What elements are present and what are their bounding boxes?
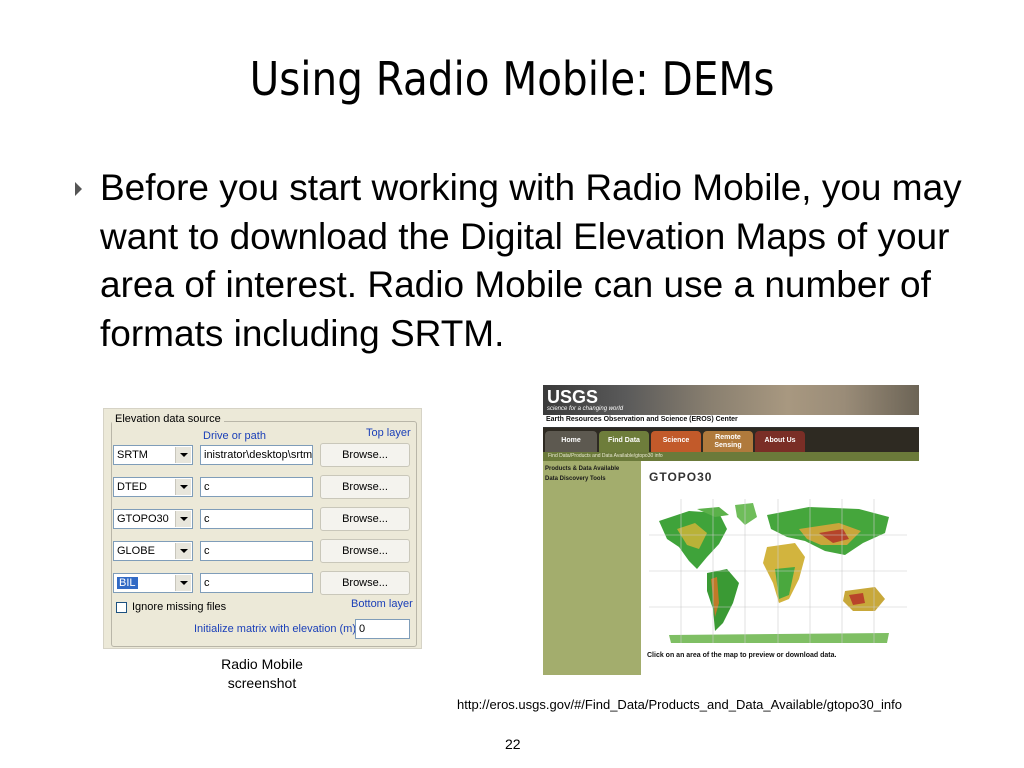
ignore-missing-checkbox[interactable] [116, 602, 127, 613]
tab-about-us[interactable]: About Us [755, 431, 805, 452]
usgs-screenshot: USGS science for a changing world Earth … [543, 385, 919, 675]
tab-home[interactable]: Home [545, 431, 597, 452]
browse-button-gtopo30[interactable]: Browse... [320, 507, 410, 531]
usgs-tagline: science for a changing world [547, 406, 624, 412]
eros-bar: Earth Resources Observation and Science … [543, 415, 919, 428]
path-input-globe[interactable]: c [200, 541, 313, 561]
init-elevation-input[interactable]: 0 [355, 619, 410, 639]
chevron-down-icon [175, 543, 191, 559]
caption-line-2: screenshot [227, 675, 297, 691]
browse-button-globe[interactable]: Browse... [320, 539, 410, 563]
drive-path-label: Drive or path [203, 430, 266, 442]
usgs-breadcrumb: Find Data/Products and Data Available/gt… [548, 453, 663, 459]
caption-line-1: Radio Mobile [221, 656, 303, 672]
bullet-icon [75, 182, 82, 196]
tab-science[interactable]: Science [651, 431, 701, 452]
path-input-bil[interactable]: c [200, 573, 313, 593]
ignore-missing-label: Ignore missing files [132, 601, 227, 613]
format-select-srtm[interactable]: SRTM [113, 445, 193, 465]
browse-button-bil[interactable]: Browse... [320, 571, 410, 595]
usgs-left-panel: Products & Data Available Data Discovery… [543, 461, 641, 675]
world-elevation-map[interactable] [649, 499, 907, 643]
chevron-down-icon [175, 575, 191, 591]
elevation-group-label: Elevation data source [112, 413, 224, 425]
format-select-gtopo30[interactable]: GTOPO30 [113, 509, 193, 529]
format-select-globe[interactable]: GLOBE [113, 541, 193, 561]
path-input-dted[interactable]: c [200, 477, 313, 497]
slide-title: Using Radio Mobile: DEMs [249, 52, 775, 106]
usgs-logo: USGS [547, 387, 599, 407]
screenshot-caption: Radio Mobile screenshot [192, 655, 332, 693]
source-url[interactable]: http://eros.usgs.gov/#/Find_Data/Product… [457, 697, 902, 712]
chevron-down-icon [175, 479, 191, 495]
browse-button-srtm[interactable]: Browse... [320, 443, 410, 467]
link-products-data[interactable]: Products & Data Available [545, 466, 619, 472]
chevron-down-icon [175, 511, 191, 527]
usgs-subbar: Find Data/Products and Data Available/gt… [543, 452, 919, 461]
format-select-dted[interactable]: DTED [113, 477, 193, 497]
chevron-down-icon [175, 447, 191, 463]
top-layer-label: Top layer [366, 427, 411, 439]
browse-button-dted[interactable]: Browse... [320, 475, 410, 499]
tab-find-data[interactable]: Find Data [599, 431, 649, 452]
path-input-gtopo30[interactable]: c [200, 509, 313, 529]
usgs-nav: Home Find Data Science Remote Sensing Ab… [543, 428, 919, 452]
tab-remote-sensing[interactable]: Remote Sensing [703, 431, 753, 452]
init-elevation-label: Initialize matrix with elevation (m) [194, 623, 356, 635]
usgs-main: GTOPO30 Click on an area of the map to p… [641, 461, 919, 675]
link-data-discovery[interactable]: Data Discovery Tools [545, 476, 606, 482]
bullet-text: Before you start working with Radio Mobi… [100, 167, 962, 354]
usgs-banner: USGS science for a changing world [543, 385, 919, 415]
bottom-layer-label: Bottom layer [351, 598, 413, 610]
click-instructions: Click on an area of the map to preview o… [647, 652, 837, 659]
page-number: 22 [505, 736, 521, 752]
format-select-bil[interactable]: BIL [113, 573, 193, 593]
eros-center-name: Earth Resources Observation and Science … [546, 416, 738, 423]
gtopo30-heading: GTOPO30 [649, 470, 713, 484]
path-input-srtm[interactable]: inistrator\desktop\srtm [200, 445, 313, 465]
